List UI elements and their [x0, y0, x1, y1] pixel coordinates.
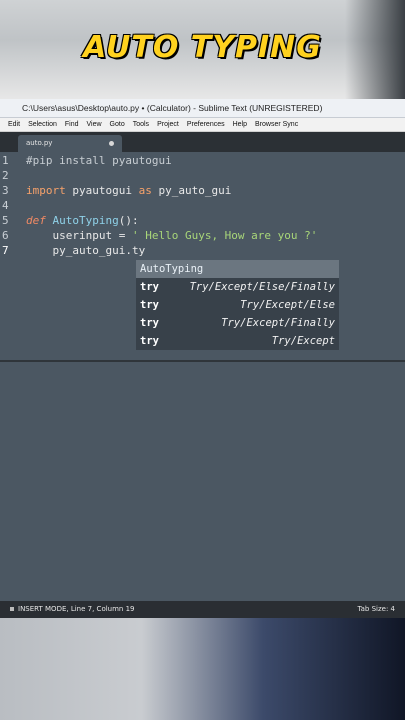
autocomplete-trigger: AutoTyping: [140, 263, 204, 275]
autocomplete-item[interactable]: try Try/Except/Else/Finally: [136, 278, 339, 296]
autocomplete-trigger: try: [140, 335, 159, 347]
autocomplete-description: Try/Except/Finally: [221, 317, 335, 329]
code-editor[interactable]: 1 2 3 4 5 6 7 #pip install pyautogui imp…: [0, 152, 405, 360]
line-number: 2: [2, 169, 9, 182]
line-number: 1: [2, 154, 9, 167]
code-line-5: def AutoTyping():: [26, 214, 139, 227]
autocomplete-popup: AutoTyping try Try/Except/Else/Finally t…: [136, 260, 339, 350]
menu-browser-sync[interactable]: Browser Sync: [255, 118, 298, 131]
code-line-1: #pip install pyautogui: [26, 154, 172, 167]
status-mode: INSERT MODE, Line 7, Column 19: [10, 601, 135, 618]
function-params: ():: [118, 214, 139, 227]
window-titlebar: C:\Users\asus\Desktop\auto.py • (Calcula…: [0, 99, 405, 118]
menu-tools[interactable]: Tools: [133, 118, 149, 131]
module-name: pyautogui: [65, 184, 139, 197]
code-line-3: import pyautogui as py_auto_gui: [26, 184, 231, 197]
lower-editor-pane[interactable]: [0, 362, 405, 594]
status-bar: INSERT MODE, Line 7, Column 19 Tab Size:…: [0, 601, 405, 618]
menu-view[interactable]: View: [86, 118, 101, 131]
line-number: 4: [2, 199, 9, 212]
autocomplete-description: Try/Except/Else/Finally: [189, 281, 335, 293]
autocomplete-trigger: try: [140, 299, 159, 311]
alias-name: py_auto_gui: [151, 184, 232, 197]
menu-project[interactable]: Project: [157, 118, 179, 131]
menu-find[interactable]: Find: [65, 118, 79, 131]
menu-goto[interactable]: Goto: [110, 118, 125, 131]
line-number: 3: [2, 184, 9, 197]
keyword-as: as: [138, 184, 152, 197]
tab-auto-py[interactable]: auto.py: [18, 135, 122, 152]
function-name: AutoTyping: [52, 214, 119, 227]
autocomplete-trigger: try: [140, 317, 159, 329]
autocomplete-trigger: try: [140, 281, 159, 293]
menu-bar: Edit Selection Find View Goto Tools Proj…: [0, 118, 405, 132]
sublime-text-window: C:\Users\asus\Desktop\auto.py • (Calcula…: [0, 99, 405, 618]
code-line-7: py_auto_gui.ty: [26, 244, 146, 257]
unsaved-dot-icon[interactable]: [109, 141, 114, 146]
menu-preferences[interactable]: Preferences: [187, 118, 225, 131]
autocomplete-item[interactable]: try Try/Except: [136, 332, 339, 350]
keyword-import: import: [26, 184, 66, 197]
string-literal: ' Hello Guys, How are you ?': [131, 229, 318, 242]
video-banner-title: AUTO TYPING: [83, 30, 322, 65]
menu-selection[interactable]: Selection: [28, 118, 57, 131]
tab-label: auto.py: [26, 139, 53, 147]
autocomplete-description: Try/Except/Else: [240, 299, 335, 311]
menu-edit[interactable]: Edit: [8, 118, 20, 131]
variable-assignment: userinput =: [26, 229, 132, 242]
line-number-active: 7: [2, 244, 9, 257]
code-line-6: userinput = ' Hello Guys, How are you ?': [26, 229, 317, 242]
autocomplete-item[interactable]: try Try/Except/Else: [136, 296, 339, 314]
tab-bar: auto.py: [0, 132, 405, 152]
keyword-def: def: [26, 214, 46, 227]
blurred-background-bottom: [0, 618, 405, 720]
status-tab-size[interactable]: Tab Size: 4: [358, 601, 395, 618]
line-number-gutter: 1 2 3 4 5 6 7: [0, 152, 16, 360]
line-number: 5: [2, 214, 9, 227]
autocomplete-description: Try/Except: [271, 335, 335, 347]
autocomplete-item-selected[interactable]: AutoTyping: [136, 260, 339, 278]
menu-help[interactable]: Help: [233, 118, 247, 131]
autocomplete-item[interactable]: try Try/Except/Finally: [136, 314, 339, 332]
panel-toggle-icon[interactable]: [10, 607, 14, 611]
line-number: 6: [2, 229, 9, 242]
